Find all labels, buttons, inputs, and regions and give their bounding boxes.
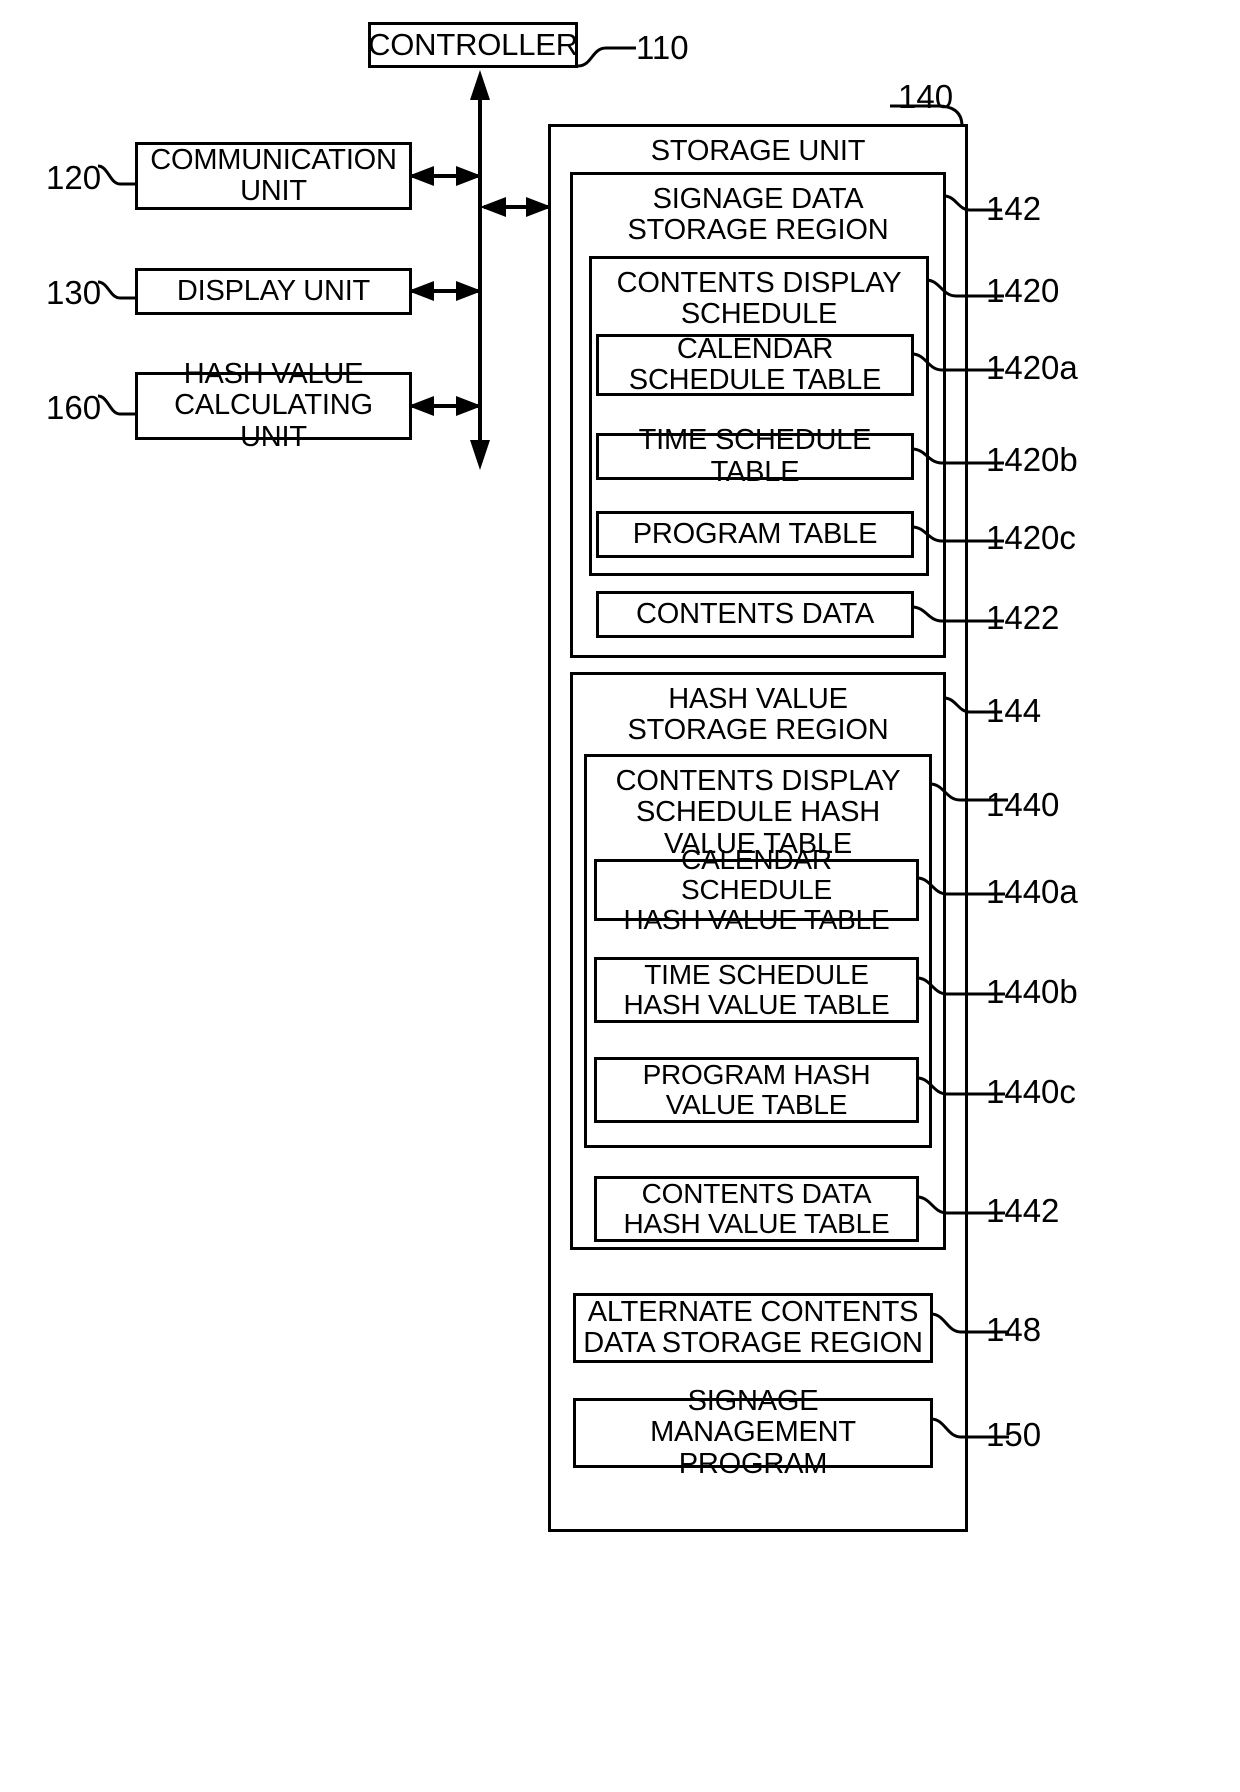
signage-data-storage-region-label: SIGNAGE DATA STORAGE REGION: [627, 183, 889, 247]
hash-value-calculating-unit-block: HASH VALUE CALCULATING UNIT: [135, 358, 412, 452]
alternate-contents-data-storage-region-block: ALTERNATE CONTENTS DATA STORAGE REGION: [573, 1293, 933, 1363]
communication-unit-block: COMMUNICATION UNIT: [135, 142, 412, 210]
ref-1440: 1440: [986, 786, 1060, 823]
controller-label: CONTROLLER: [368, 27, 578, 63]
alternate-contents-data-storage-region-label: ALTERNATE CONTENTS DATA STORAGE REGION: [583, 1295, 923, 1359]
ref-1440c: 1440c: [986, 1073, 1076, 1110]
signage-management-program-block: SIGNAGE MANAGEMENT PROGRAM: [573, 1385, 933, 1479]
ref-120: 120: [46, 159, 102, 196]
calendar-schedule-hash-value-table-label: CALENDAR SCHEDULE HASH VALUE TABLE: [623, 843, 890, 936]
contents-data-block: CONTENTS DATA: [596, 591, 914, 638]
ref-160: 160: [46, 389, 102, 426]
ref-148: 148: [986, 1311, 1042, 1348]
ref-1420a: 1420a: [986, 349, 1078, 386]
contents-data-hash-value-table-block: CONTENTS DATA HASH VALUE TABLE: [594, 1176, 919, 1242]
calendar-schedule-table-block: CALENDAR SCHEDULE TABLE: [596, 332, 914, 396]
ref-142: 142: [986, 190, 1042, 227]
ref-130: 130: [46, 274, 102, 311]
communication-unit-label: COMMUNICATION UNIT: [150, 143, 397, 207]
program-table-block: PROGRAM TABLE: [596, 511, 914, 558]
display-unit-block: DISPLAY UNIT: [135, 268, 412, 315]
program-hash-value-table-label: PROGRAM HASH VALUE TABLE: [642, 1058, 871, 1120]
calendar-schedule-table-label: CALENDAR SCHEDULE TABLE: [628, 332, 882, 396]
time-schedule-hash-value-table-label: TIME SCHEDULE HASH VALUE TABLE: [623, 958, 890, 1020]
time-schedule-hash-value-table-block: TIME SCHEDULE HASH VALUE TABLE: [594, 957, 919, 1023]
ref-1422: 1422: [986, 599, 1060, 636]
signage-management-program-label: SIGNAGE MANAGEMENT PROGRAM: [650, 1385, 856, 1480]
patent-figure: CONTROLLER 110 COMMUNICATION UNIT 120 DI…: [0, 0, 1240, 1792]
ref-1440a: 1440a: [986, 873, 1078, 910]
contents-data-label: CONTENTS DATA: [636, 597, 874, 630]
program-hash-value-table-block: PROGRAM HASH VALUE TABLE: [594, 1057, 919, 1123]
ref-150: 150: [986, 1416, 1042, 1453]
calendar-schedule-hash-value-table-block: CALENDAR SCHEDULE HASH VALUE TABLE: [594, 844, 919, 935]
ref-1442: 1442: [986, 1192, 1060, 1229]
ref-144: 144: [986, 692, 1042, 729]
ref-140: 140: [898, 78, 954, 115]
ref-1420: 1420: [986, 272, 1060, 309]
program-table-label: PROGRAM TABLE: [632, 517, 878, 550]
contents-display-schedule-label: CONTENTS DISPLAY SCHEDULE: [616, 267, 902, 331]
ref-1420b: 1420b: [986, 441, 1078, 478]
display-unit-label: DISPLAY UNIT: [176, 274, 371, 307]
time-schedule-table-block: TIME SCHEDULE TABLE: [596, 425, 914, 487]
storage-unit-label: STORAGE UNIT: [650, 135, 866, 167]
ref-1440b: 1440b: [986, 973, 1078, 1010]
hash-value-storage-region-label: HASH VALUE STORAGE REGION: [627, 683, 889, 747]
hash-value-calculating-unit-label: HASH VALUE CALCULATING UNIT: [174, 358, 373, 453]
ref-1420c: 1420c: [986, 519, 1076, 556]
ref-110: 110: [636, 29, 689, 66]
contents-data-hash-value-table-label: CONTENTS DATA HASH VALUE TABLE: [623, 1177, 890, 1239]
controller-block: CONTROLLER: [368, 22, 578, 68]
time-schedule-table-label: TIME SCHEDULE TABLE: [638, 424, 872, 488]
